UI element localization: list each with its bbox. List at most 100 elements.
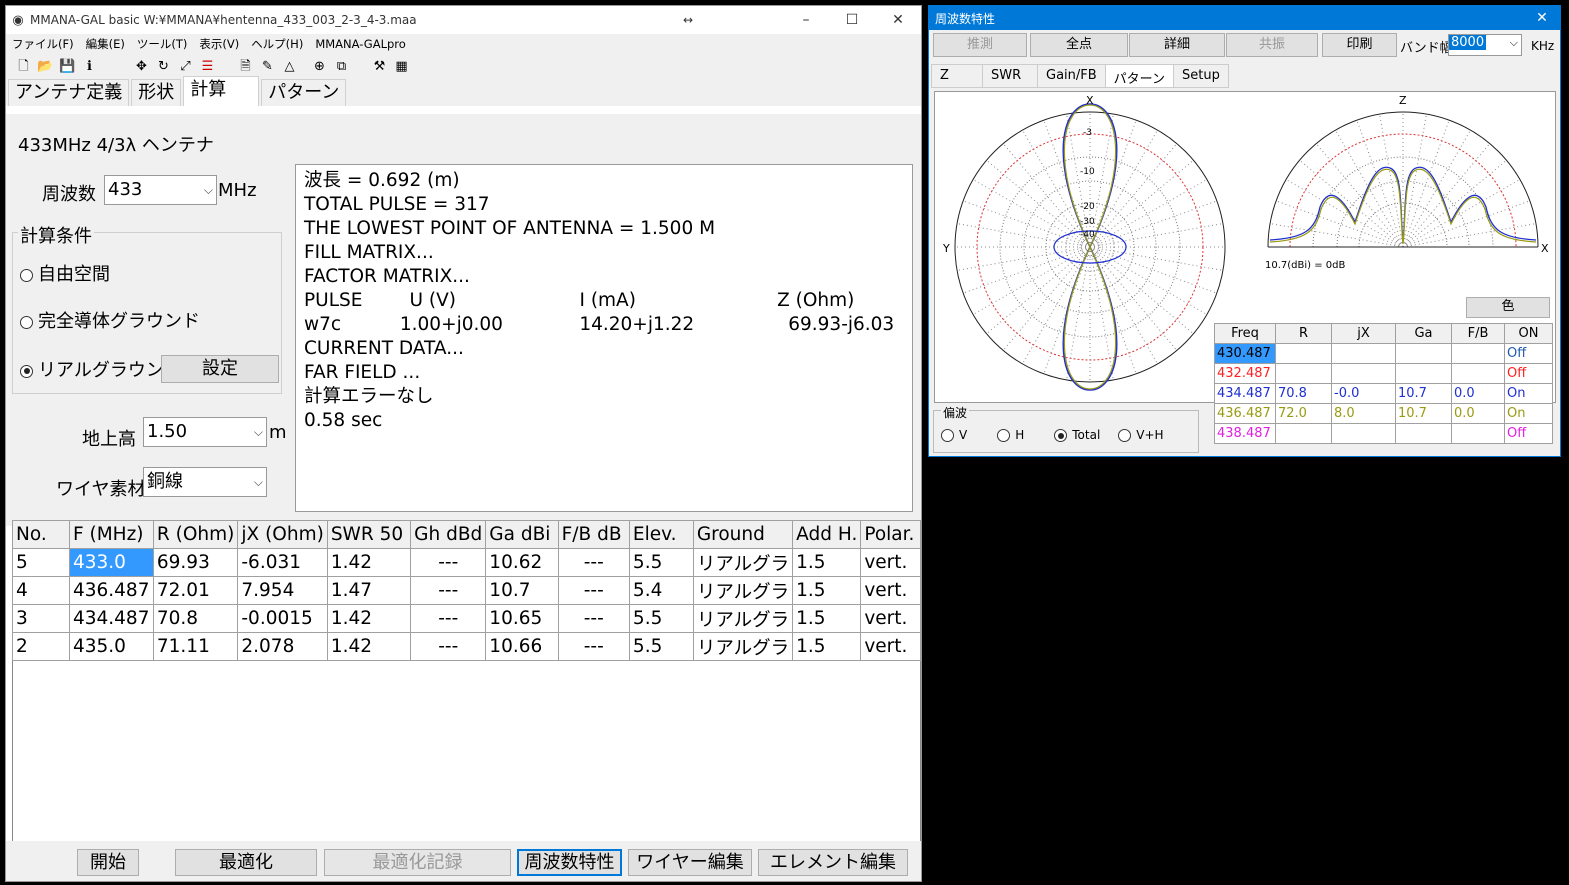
new-file-icon[interactable]: 🗋 <box>16 59 31 74</box>
table-cell[interactable]: 10.62 <box>485 548 559 577</box>
tab-swr[interactable]: SWR <box>982 64 1038 88</box>
freq-window-titlebar[interactable]: 周波数特性 ✕ <box>929 6 1560 30</box>
freq-table-cell[interactable]: On <box>1504 383 1553 404</box>
table-cell[interactable]: -0.0015 <box>237 604 328 633</box>
table-cell[interactable]: vert. <box>860 604 921 633</box>
grid-header[interactable]: Polar. <box>860 520 921 549</box>
height-combo[interactable]: 1.50 ⌵ <box>143 417 267 447</box>
freq-table-cell[interactable]: 70.8 <box>1275 383 1332 404</box>
close-icon[interactable]: ✕ <box>875 12 921 28</box>
optimize-record-button[interactable]: 最適化記録 <box>324 849 511 876</box>
radio-circle[interactable] <box>1118 429 1132 442</box>
frequency-table[interactable]: Freq R jX Ga F/B ON 430.487 Off 432.487 Off… <box>1214 323 1553 444</box>
radio-circle[interactable] <box>20 315 33 329</box>
freq-table-cell[interactable]: 434.487 <box>1214 383 1276 404</box>
freq-table-cell[interactable]: 432.487 <box>1214 363 1276 384</box>
freq-table-cell[interactable] <box>1275 363 1332 384</box>
grid-header[interactable]: R (Ohm) <box>152 520 239 549</box>
table-cell[interactable]: 434.487 <box>68 604 154 633</box>
radio-circle[interactable] <box>20 268 33 282</box>
table-cell[interactable]: 1.5 <box>792 548 862 577</box>
maximize-icon[interactable]: ☐ <box>829 12 875 28</box>
table-cell[interactable]: 1.5 <box>792 632 862 661</box>
table-cell[interactable]: --- <box>410 576 487 605</box>
table-cell[interactable]: リアルグラ <box>692 604 794 633</box>
table-cell[interactable]: 5.4 <box>628 576 694 605</box>
menu-pro[interactable]: MMANA-GALpro <box>309 37 412 51</box>
full-points-button[interactable]: 全点 <box>1030 33 1128 57</box>
radio-free-space[interactable]: 自由空間 <box>20 260 110 286</box>
table-cell[interactable]: 10.65 <box>485 604 559 633</box>
freq-table-cell[interactable]: 430.487 <box>1214 343 1276 364</box>
freq-table-cell[interactable] <box>1451 423 1505 444</box>
chevron-down-icon[interactable]: ⌵ <box>254 468 263 496</box>
grid-header[interactable]: F/B dB <box>557 520 630 549</box>
chevron-down-icon[interactable]: ⌵ <box>204 176 213 204</box>
freq-table-cell[interactable]: 72.0 <box>1275 403 1332 424</box>
estimate-button[interactable]: 推測 <box>933 33 1027 57</box>
tab-pattern[interactable]: パターン <box>1104 64 1175 88</box>
split-icon[interactable]: ☰ <box>200 59 215 74</box>
table-cell[interactable]: 1.42 <box>326 632 412 661</box>
tab-z[interactable]: Z <box>931 64 983 88</box>
table-cell[interactable]: 1.5 <box>792 576 862 605</box>
table-cell[interactable]: vert. <box>860 632 921 661</box>
grid-header[interactable]: Gh dBd <box>410 520 487 549</box>
freq-table-cell[interactable] <box>1395 343 1452 364</box>
table-cell[interactable]: 436.487 <box>68 576 154 605</box>
start-button[interactable]: 開始 <box>77 849 139 876</box>
freq-table-cell[interactable] <box>1331 343 1396 364</box>
table-cell[interactable]: 2 <box>12 632 70 661</box>
target-icon[interactable]: ⊕ <box>312 59 327 74</box>
radio-real-ground[interactable]: リアルグラウンド <box>20 356 182 382</box>
grid-header[interactable]: Add H. <box>792 520 862 549</box>
move-icon[interactable]: ✥ <box>134 59 149 74</box>
freq-table-cell[interactable]: 0.0 <box>1451 383 1505 404</box>
save-icon[interactable]: 💾 <box>59 59 75 74</box>
grid-header[interactable]: Elev. <box>628 520 694 549</box>
minimize-icon[interactable]: – <box>783 12 829 28</box>
freq-table-cell[interactable] <box>1395 363 1452 384</box>
tab-setup[interactable]: Setup <box>1173 64 1229 88</box>
table-cell[interactable]: 10.7 <box>485 576 559 605</box>
freq-table-row[interactable]: 430.487 Off <box>1214 343 1553 364</box>
freq-table-cell[interactable]: 10.7 <box>1395 403 1452 424</box>
freq-table-cell[interactable]: 8.0 <box>1331 403 1396 424</box>
stretch-icon[interactable]: ⤢ <box>178 59 193 74</box>
table-cell[interactable]: 69.93 <box>152 548 239 577</box>
freq-table-header[interactable]: Freq <box>1214 323 1276 344</box>
freq-table-header[interactable]: Ga <box>1395 323 1452 344</box>
tab-pattern[interactable]: パターン <box>261 79 347 106</box>
bandwidth-combo[interactable]: 8000 ⌵ <box>1448 34 1522 56</box>
table-cell[interactable]: --- <box>557 632 630 661</box>
element-edit-button[interactable]: エレメント編集 <box>758 849 908 876</box>
freq-table-cell[interactable]: 436.487 <box>1214 403 1276 424</box>
freq-table-cell[interactable] <box>1451 363 1505 384</box>
table-cell[interactable]: --- <box>410 548 487 577</box>
grid-header[interactable]: F (MHz) <box>68 520 154 549</box>
close-icon[interactable]: ✕ <box>1524 10 1560 26</box>
table-cell[interactable]: 70.8 <box>152 604 239 633</box>
freq-table-row[interactable]: 434.487 70.8 -0.0 10.7 0.0 On <box>1214 383 1553 404</box>
table-cell[interactable]: 10.66 <box>485 632 559 661</box>
tab-geometry[interactable]: 形状 <box>131 79 182 106</box>
pol-option-total[interactable]: Total <box>1054 428 1100 442</box>
grid-header[interactable]: Ground <box>692 520 794 549</box>
print-button[interactable]: 印刷 <box>1322 33 1397 57</box>
freq-table-cell[interactable] <box>1395 423 1452 444</box>
table-row[interactable]: 4 436.487 72.01 7.954 1.47 --- 10.7 --- 5.4 リアルグラ… <box>12 576 921 605</box>
freq-table-row[interactable]: 438.487 Off <box>1214 423 1553 444</box>
table-cell[interactable]: vert. <box>860 576 921 605</box>
table-cell[interactable]: 1.5 <box>792 604 862 633</box>
freq-table-header[interactable]: F/B <box>1451 323 1505 344</box>
table-cell[interactable]: 1.42 <box>326 548 412 577</box>
freq-table-cell[interactable]: On <box>1504 403 1553 424</box>
radio-circle[interactable] <box>997 429 1011 442</box>
frequency-characteristics-button[interactable]: 周波数特性 <box>517 849 622 876</box>
table-cell[interactable]: 5.5 <box>628 548 694 577</box>
optimize-button[interactable]: 最適化 <box>175 849 317 876</box>
freq-table-cell[interactable] <box>1331 423 1396 444</box>
table-cell[interactable]: 2.078 <box>237 632 328 661</box>
table-cell[interactable]: リアルグラ <box>692 548 794 577</box>
pol-option-v[interactable]: V <box>941 428 967 442</box>
